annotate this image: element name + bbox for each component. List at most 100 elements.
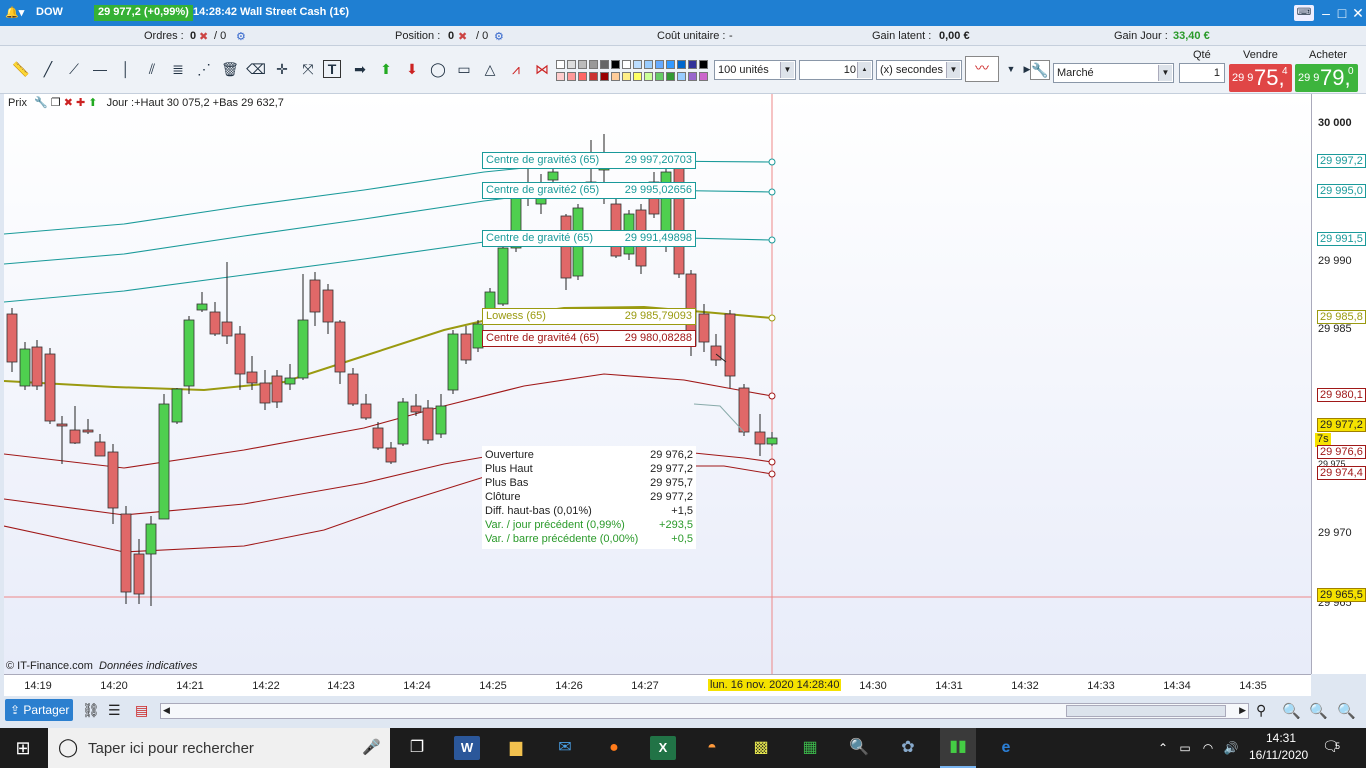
triangle-icon[interactable]: △ xyxy=(479,58,501,80)
arrow-up-icon[interactable]: ⬆ xyxy=(375,58,397,80)
windows-start-icon[interactable]: ⊞ xyxy=(10,736,36,760)
link-icon[interactable]: ⛓ xyxy=(82,702,100,719)
time-axis[interactable]: lun. 16 nov. 2020 14:28:40 14:19 14:20 14:… xyxy=(4,674,1311,696)
text-tool-icon[interactable]: T xyxy=(323,60,341,78)
app-settings-icon[interactable]: ✿ xyxy=(895,736,921,760)
zoom-fit-icon[interactable]: 🔍 xyxy=(1282,702,1301,720)
color-swatch[interactable] xyxy=(589,60,598,69)
price-chart[interactable]: Prix 🔧 ❐ ✖ ✚ ⬆ Jour :+Haut 30 075,2 +Bas… xyxy=(4,94,1311,674)
price-axis[interactable]: 30 000 29 990 29 985 29 970 29 965 29 975 29 9… xyxy=(1311,94,1366,674)
color-swatch[interactable] xyxy=(655,60,664,69)
indicator-label[interactable]: Centre de gravité (65) 29 991,49898 xyxy=(482,230,696,247)
color-swatch[interactable] xyxy=(655,72,664,81)
step-input[interactable]: 10 ▲ xyxy=(799,60,873,80)
candlestick-chart[interactable] xyxy=(4,94,1311,674)
color-swatch[interactable] xyxy=(578,72,587,81)
zoom-out-icon[interactable]: 🔍 xyxy=(1309,702,1328,720)
color-swatch[interactable] xyxy=(600,72,609,81)
color-swatch[interactable] xyxy=(666,72,675,81)
scroll-thumb[interactable] xyxy=(1066,705,1226,717)
clock-date[interactable]: 16/11/2020 xyxy=(1249,748,1308,762)
arrow-up-icon[interactable]: ⬆ xyxy=(88,97,97,109)
share-button[interactable]: ⇪ Partager xyxy=(5,699,73,721)
volume-icon[interactable]: 🔊 xyxy=(1218,736,1244,760)
app-green-icon[interactable]: ▦ xyxy=(797,736,823,760)
close-icon[interactable]: ✖ xyxy=(64,97,73,109)
color-swatch[interactable] xyxy=(600,60,609,69)
indicator-label[interactable]: Centre de gravité2 (65) 29 995,02656 xyxy=(482,182,696,199)
color-swatch[interactable] xyxy=(699,72,708,81)
cancel-orders-icon[interactable]: ✖ xyxy=(199,30,208,43)
file-explorer-icon[interactable]: ▆ xyxy=(503,736,529,760)
minimize-button[interactable]: – xyxy=(1318,5,1334,21)
chevron-right-icon[interactable]: ▶ xyxy=(1239,705,1246,716)
indicator-icon[interactable]: ▤ xyxy=(135,702,148,719)
color-swatch[interactable] xyxy=(633,60,642,69)
edge-icon[interactable]: e xyxy=(993,736,1019,760)
color-swatch[interactable] xyxy=(644,72,653,81)
magnet-icon[interactable]: ⤧ xyxy=(297,58,319,80)
horizontal-scrollbar[interactable]: ◀ ▶ xyxy=(160,703,1249,719)
color-swatch[interactable] xyxy=(578,60,587,69)
rectangle-icon[interactable]: ▭ xyxy=(453,58,475,80)
color-swatch[interactable] xyxy=(567,72,576,81)
color-swatch[interactable] xyxy=(688,72,697,81)
color-swatch[interactable] xyxy=(611,72,620,81)
vertical-line-icon[interactable]: │ xyxy=(115,58,137,80)
color-swatch[interactable] xyxy=(677,72,686,81)
color-swatch[interactable] xyxy=(611,60,620,69)
close-position-icon[interactable]: ✖ xyxy=(458,30,467,43)
sell-button[interactable]: 29 9 75, 4 xyxy=(1229,64,1292,92)
list-icon[interactable]: ☰ xyxy=(108,702,121,719)
indicator-label[interactable]: Centre de gravité4 (65) 29 980,08288 xyxy=(482,330,696,347)
word-icon[interactable]: W xyxy=(454,736,480,760)
color-swatch[interactable] xyxy=(644,60,653,69)
zoom-in-icon[interactable]: 🔍 xyxy=(1337,702,1356,720)
arrow-down-icon[interactable]: ⬇ xyxy=(401,58,423,80)
color-swatch[interactable] xyxy=(677,60,686,69)
color-swatch[interactable] xyxy=(556,72,565,81)
color-swatch[interactable] xyxy=(589,72,598,81)
order-type-select[interactable]: Marché ▼ xyxy=(1053,63,1174,83)
microphone-icon[interactable]: 🎤 xyxy=(362,738,381,756)
crosshair-icon[interactable]: ✛ xyxy=(271,58,293,80)
color-swatch[interactable] xyxy=(622,60,631,69)
task-view-icon[interactable]: ❐ xyxy=(404,736,430,760)
add-indicator-icon[interactable]: ✚ xyxy=(76,97,85,109)
ruler-icon[interactable]: 📏 xyxy=(10,58,32,80)
maximize-button[interactable]: □ xyxy=(1334,5,1350,21)
color-swatch[interactable] xyxy=(699,60,708,69)
close-button[interactable]: ✕ xyxy=(1350,5,1366,21)
clock-time[interactable]: 14:31 xyxy=(1266,731,1296,745)
projection-icon[interactable]: ⋈ xyxy=(531,58,553,80)
color-swatch[interactable] xyxy=(666,60,675,69)
trading-app-icon[interactable]: ▮▮ xyxy=(940,728,976,768)
trash-icon[interactable]: 🗑 xyxy=(219,58,241,80)
keyboard-icon[interactable]: ⌨ xyxy=(1294,5,1314,21)
eraser-icon[interactable]: ⌫ xyxy=(245,58,267,80)
wrench-icon[interactable]: 🔧 xyxy=(34,97,48,109)
time-unit-select[interactable]: (x) secondes ▼ xyxy=(876,60,962,80)
fibonacci-icon[interactable]: ≣ xyxy=(167,58,189,80)
color-swatch[interactable] xyxy=(567,60,576,69)
spinner-icon[interactable]: ▲ xyxy=(857,62,871,78)
firefox-icon[interactable]: ● xyxy=(601,736,627,760)
excel-icon[interactable]: X xyxy=(650,736,676,760)
pattern-icon[interactable]: ⩘ xyxy=(505,58,527,80)
chart-type-icon[interactable]: 〰 xyxy=(965,56,999,82)
paint-icon[interactable]: ▩ xyxy=(748,736,774,760)
position-settings-icon[interactable]: ⚙ xyxy=(494,30,504,43)
color-swatch[interactable] xyxy=(556,60,565,69)
wrench-icon[interactable]: 🔧 xyxy=(1030,60,1050,80)
indicator-label[interactable]: Lowess (65) 29 985,79093 xyxy=(482,308,696,325)
orders-settings-icon[interactable]: ⚙ xyxy=(236,30,246,43)
trend-line-icon[interactable]: ╱ xyxy=(37,58,59,80)
horizontal-line-icon[interactable]: — xyxy=(89,58,111,80)
color-swatch[interactable] xyxy=(633,72,642,81)
buy-button[interactable]: 29 9 79, 0 xyxy=(1295,64,1358,92)
ellipse-icon[interactable]: ◯ xyxy=(427,58,449,80)
app-orange-icon[interactable]: ◓ xyxy=(699,736,725,760)
magnifier-app-icon[interactable]: 🔍 xyxy=(846,736,872,760)
arrow-right-icon[interactable]: ➡ xyxy=(349,58,371,80)
indicator-label[interactable]: Centre de gravité3 (65) 29 997,20703 xyxy=(482,152,696,169)
